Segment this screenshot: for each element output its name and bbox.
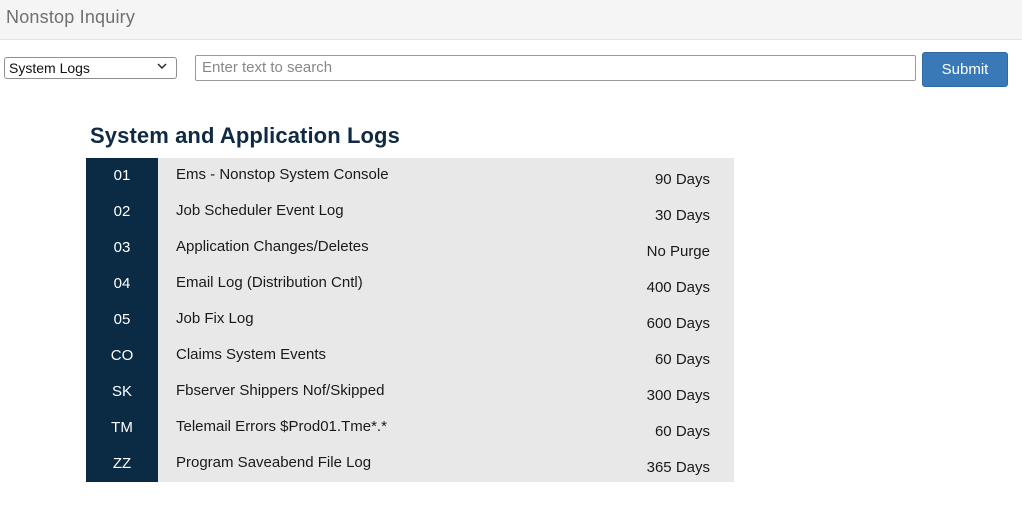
chevron-down-icon [157, 58, 167, 78]
search-placeholder: Enter text to search [202, 59, 333, 76]
page-title: System and Application Logs [90, 123, 400, 148]
log-code: 03 [86, 230, 158, 266]
log-code: SK [86, 374, 158, 410]
app-title: Nonstop Inquiry [6, 7, 136, 27]
log-description-cell: Program Saveabend File Log 365 Days [158, 446, 734, 482]
log-retention: 400 Days [646, 279, 710, 296]
log-code: 04 [86, 266, 158, 302]
log-code: ZZ [86, 446, 158, 482]
log-description: Application Changes/Deletes [176, 238, 369, 255]
log-retention: 600 Days [646, 315, 710, 332]
log-description: Telemail Errors $Prod01.Tme*.* [176, 418, 387, 435]
log-retention: 60 Days [654, 423, 710, 440]
log-type-select[interactable]: System Logs [4, 57, 177, 79]
submit-button[interactable]: Submit [922, 52, 1008, 87]
log-description: Claims System Events [176, 346, 327, 363]
log-description: Job Scheduler Event Log [176, 202, 344, 219]
log-code: CO [86, 338, 158, 374]
log-row-03[interactable]: 03 Application Changes/Deletes No Purge [86, 230, 734, 266]
log-row-sk[interactable]: SK Fbserver Shippers Nof/Skipped 300 Days [86, 374, 734, 410]
log-code: TM [86, 410, 158, 446]
log-description-cell: Ems - Nonstop System Console 90 Days [158, 158, 734, 194]
log-description: Program Saveabend File Log [176, 454, 372, 471]
log-description-cell: Email Log (Distribution Cntl) 400 Days [158, 266, 734, 302]
log-description: Email Log (Distribution Cntl) [176, 274, 363, 291]
log-description: Fbserver Shippers Nof/Skipped [176, 382, 385, 399]
log-description-cell: Job Scheduler Event Log 30 Days [158, 194, 734, 230]
log-retention: 365 Days [646, 459, 710, 476]
log-row-05[interactable]: 05 Job Fix Log 600 Days [86, 302, 734, 338]
log-description-cell: Claims System Events 60 Days [158, 338, 734, 374]
log-description: Job Fix Log [176, 310, 254, 327]
log-row-04[interactable]: 04 Email Log (Distribution Cntl) 400 Days [86, 266, 734, 302]
log-type-select-value: System Logs [9, 60, 90, 76]
log-retention: 60 Days [654, 351, 710, 368]
log-code: 01 [86, 158, 158, 194]
log-description: Ems - Nonstop System Console [176, 166, 389, 183]
log-table: 01 Ems - Nonstop System Console 90 Days 02 J… [86, 158, 734, 482]
log-row-01[interactable]: 01 Ems - Nonstop System Console 90 Days [86, 158, 734, 194]
log-code: 02 [86, 194, 158, 230]
toolbar: System Logs Enter text to search Submit [0, 40, 1022, 100]
log-retention: 300 Days [646, 387, 710, 404]
log-retention: 30 Days [654, 207, 710, 224]
search-input[interactable]: Enter text to search [195, 55, 916, 81]
log-retention: 90 Days [654, 171, 710, 188]
app-header: Nonstop Inquiry [0, 0, 1022, 40]
log-description-cell: Application Changes/Deletes No Purge [158, 230, 734, 266]
log-retention: No Purge [646, 243, 710, 260]
log-description-cell: Telemail Errors $Prod01.Tme*.* 60 Days [158, 410, 734, 446]
log-code: 05 [86, 302, 158, 338]
log-row-zz[interactable]: ZZ Program Saveabend File Log 365 Days [86, 446, 734, 482]
log-row-tm[interactable]: TM Telemail Errors $Prod01.Tme*.* 60 Days [86, 410, 734, 446]
log-description-cell: Job Fix Log 600 Days [158, 302, 734, 338]
log-description-cell: Fbserver Shippers Nof/Skipped 300 Days [158, 374, 734, 410]
log-row-co[interactable]: CO Claims System Events 60 Days [86, 338, 734, 374]
log-row-02[interactable]: 02 Job Scheduler Event Log 30 Days [86, 194, 734, 230]
